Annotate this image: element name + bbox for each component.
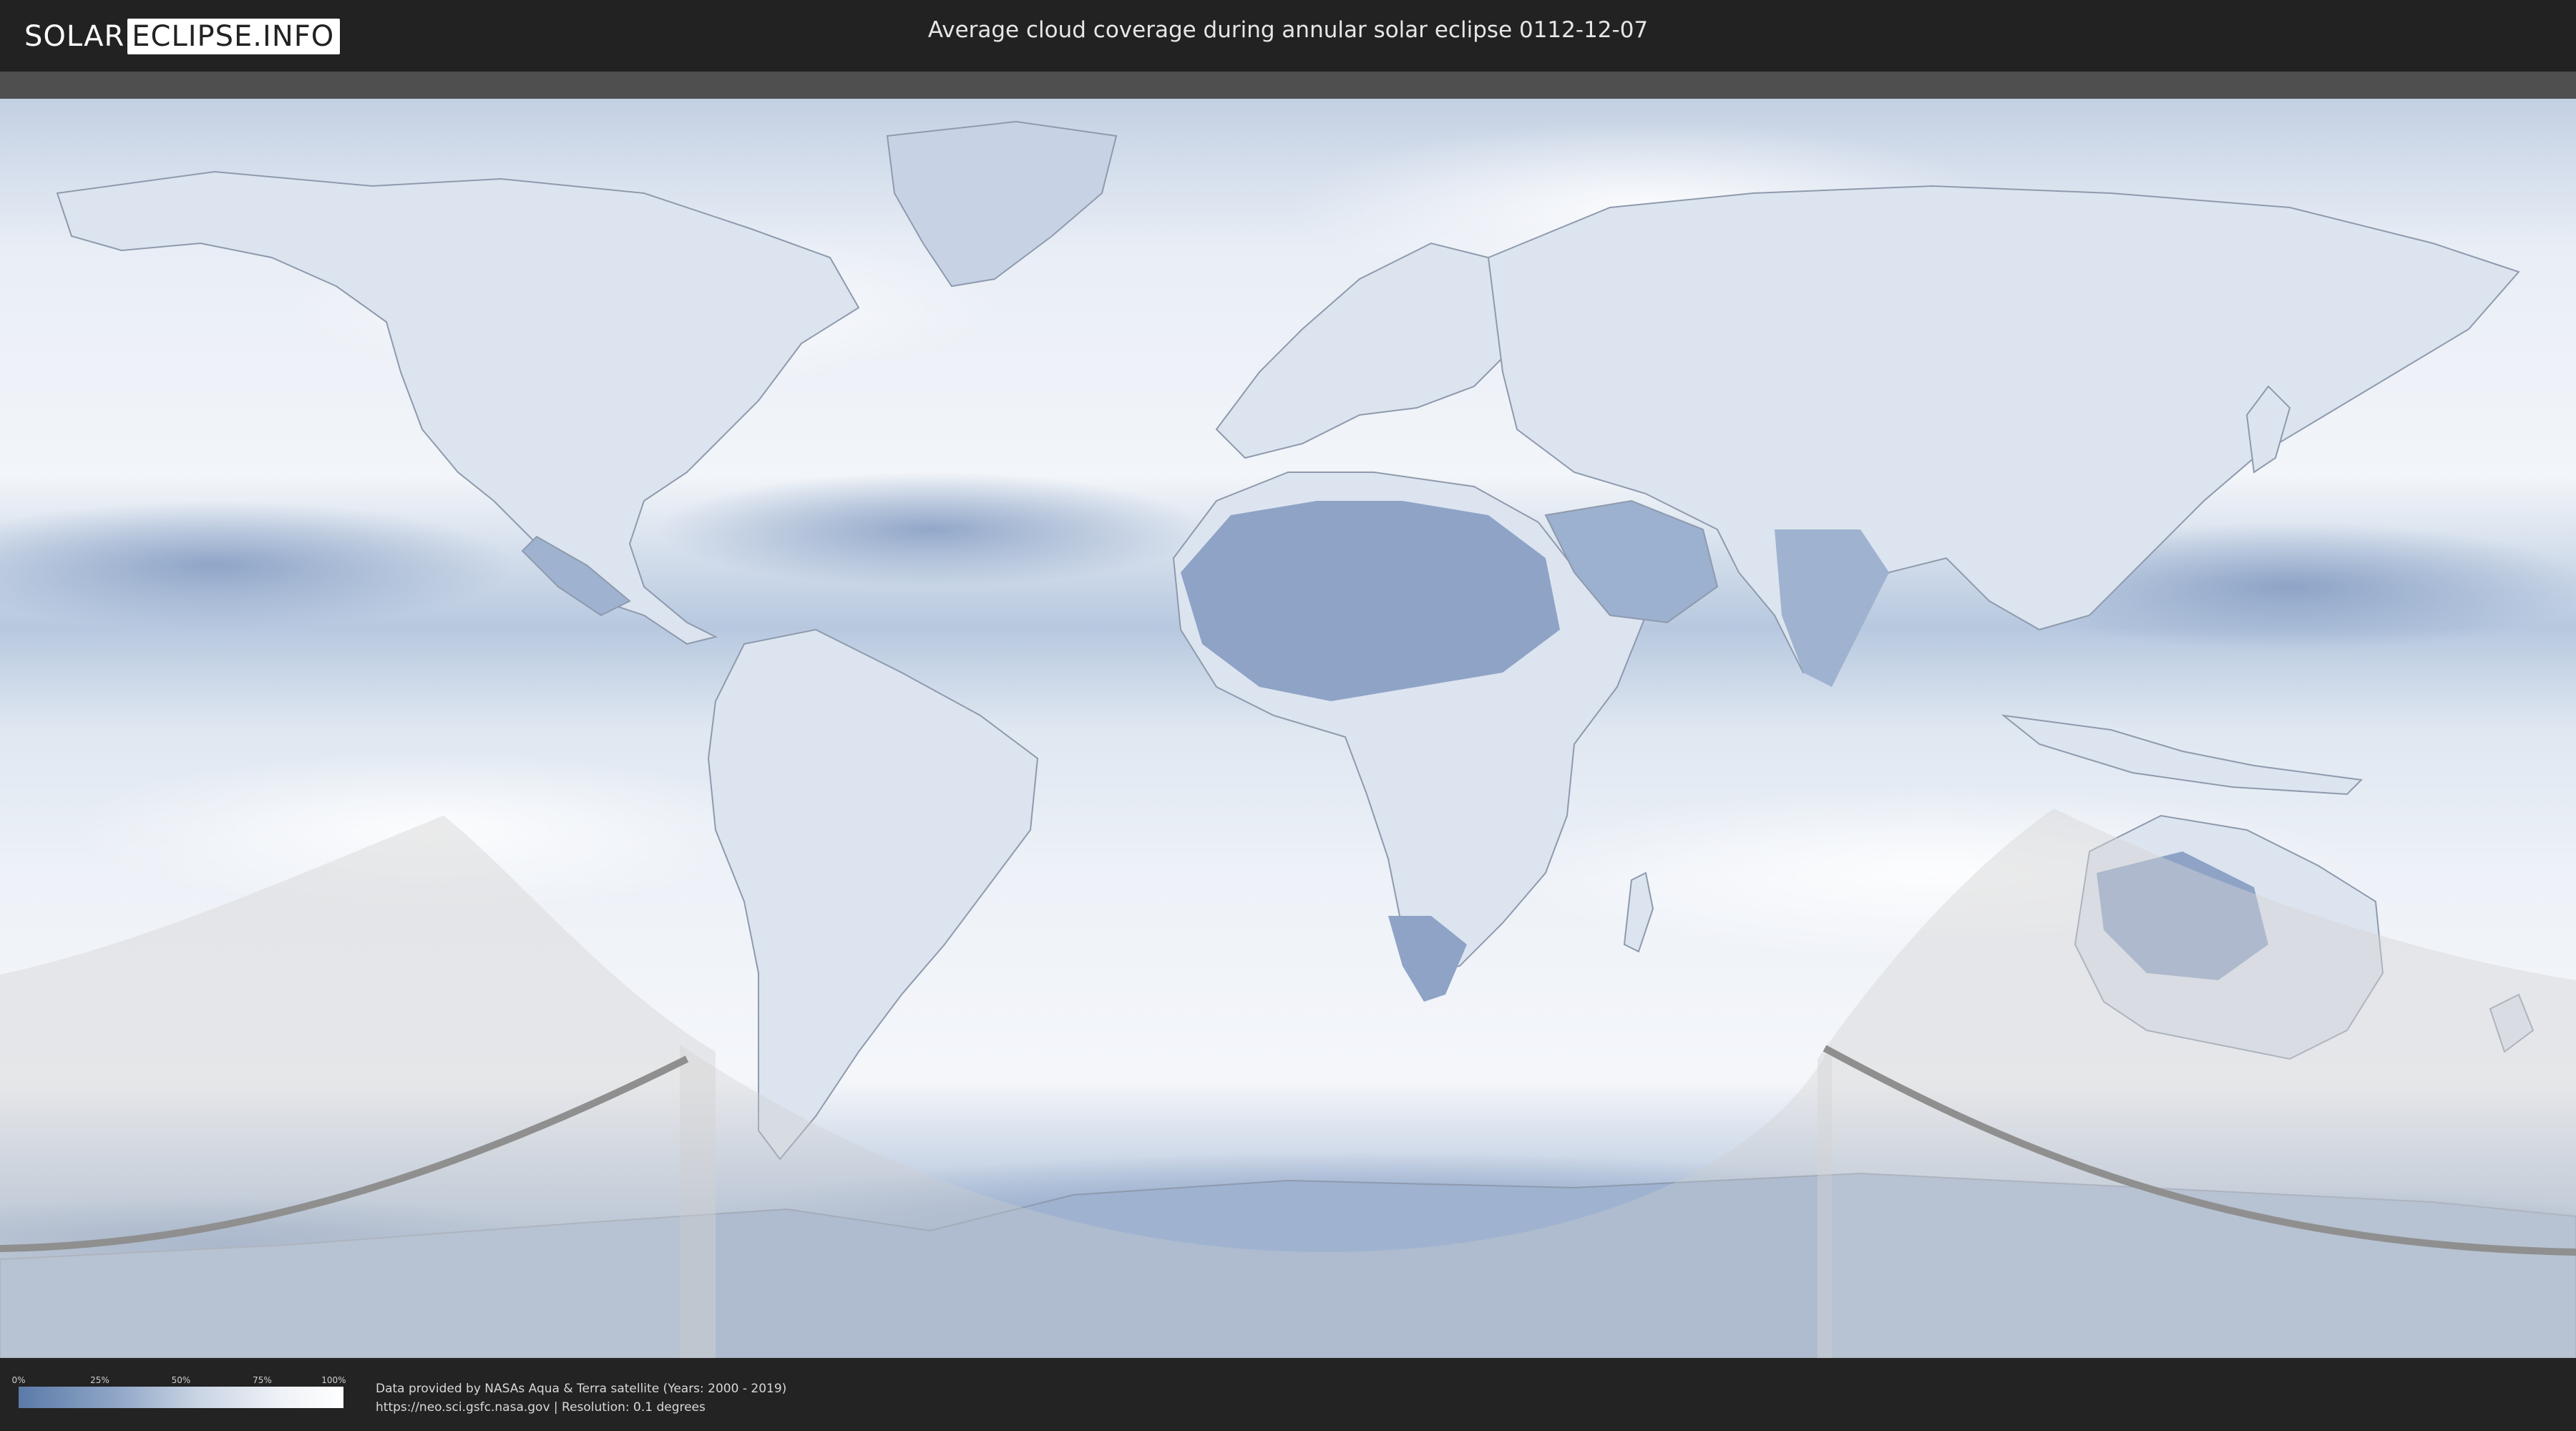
data-credits: Data provided by NASAs Aqua & Terra sate… xyxy=(376,1379,786,1417)
legend-tick-25: 25% xyxy=(90,1375,109,1385)
legend-tick-100: 100% xyxy=(321,1375,346,1385)
header-bar: SOLAR ECLIPSE.INFO Average cloud coverag… xyxy=(0,0,2576,72)
cloud-coverage-map xyxy=(0,72,2576,1358)
credits-line-url[interactable]: https://neo.sci.gsfc.nasa.gov | Resoluti… xyxy=(376,1398,786,1417)
page-title: Average cloud coverage during annular so… xyxy=(927,17,1649,43)
cloud-coverage-legend: 0% 25% 50% 75% 100% xyxy=(11,1375,346,1408)
legend-color-scale xyxy=(19,1387,343,1408)
map-top-border xyxy=(0,72,2576,100)
cloud-band xyxy=(658,472,1202,587)
legend-tick-50: 50% xyxy=(171,1375,191,1385)
legend-tick-75: 75% xyxy=(253,1375,272,1385)
legend-tick-0: 0% xyxy=(11,1375,26,1385)
credits-line-source: Data provided by NASAs Aqua & Terra sate… xyxy=(376,1382,787,1396)
legend-ticks: 0% 25% 50% 75% 100% xyxy=(11,1375,346,1387)
world-map-svg xyxy=(0,72,2576,1358)
footer-bar: 0% 25% 50% 75% 100% Data provided by NAS… xyxy=(0,1358,2576,1431)
